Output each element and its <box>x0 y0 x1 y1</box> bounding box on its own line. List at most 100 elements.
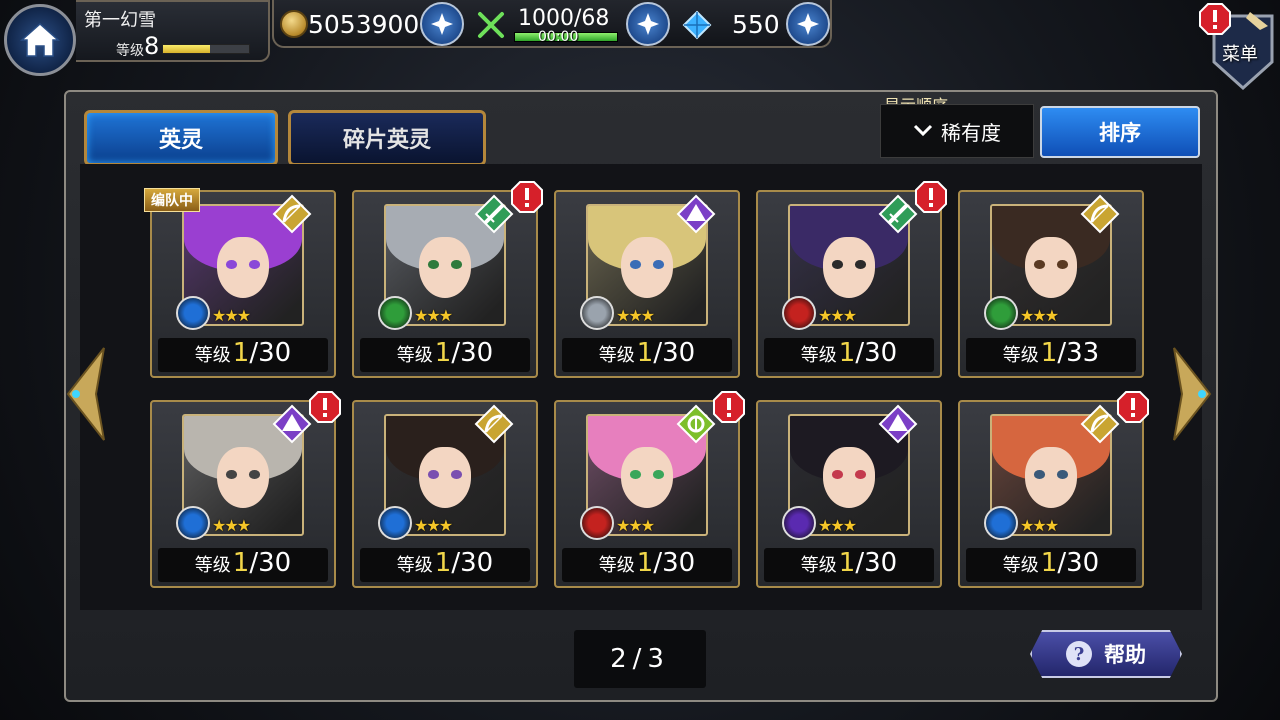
previous-page-arrow[interactable] <box>62 346 108 442</box>
hero-card[interactable]: ★★★ 等级 1 /30 <box>352 181 543 378</box>
hero-level-current: 1 <box>232 338 250 368</box>
hero-level-current: 1 <box>636 338 654 368</box>
hero-card[interactable]: ★★★ 等级 1 /33 <box>958 190 1144 378</box>
chevron-down-icon <box>913 124 933 137</box>
hero-card[interactable]: ★★★ 等级 1 /30 <box>756 181 947 378</box>
tab-hero-fragments[interactable]: 碎片英灵 <box>288 110 486 166</box>
hero-level: 等级 1 /30 <box>764 338 934 372</box>
stamina-timer: 00:00 <box>538 29 579 45</box>
mage-class-icon <box>676 194 716 234</box>
menu-button[interactable]: 菜单 <box>1199 3 1276 90</box>
hero-level-current: 1 <box>232 548 250 578</box>
alert-icon <box>510 180 544 214</box>
hero-level-current: 1 <box>1040 338 1058 368</box>
hero-level-current: 1 <box>838 548 856 578</box>
question-icon: ? <box>1066 641 1092 667</box>
page-current: 2 <box>610 644 633 674</box>
sort-button[interactable]: 排序 <box>1040 106 1200 158</box>
crossed-swords-icon <box>478 12 504 38</box>
help-button[interactable]: ? 帮助 <box>1030 630 1182 678</box>
hero-level-label: 等级 <box>396 345 433 366</box>
hero-level-max: /30 <box>653 338 696 368</box>
rarity-stars-icon: ★★★ <box>212 516 251 535</box>
hero-card[interactable]: ★★★ 等级 1 /30 <box>554 391 745 588</box>
hero-level-label: 等级 <box>1002 345 1039 366</box>
in-team-badge: 编队中 <box>144 188 200 212</box>
fire-element-icon <box>782 296 816 330</box>
alert-icon <box>914 180 948 214</box>
plus-icon <box>431 13 453 35</box>
rarity-stars-icon: ★★★ <box>616 306 655 325</box>
hero-level: 等级 1 /30 <box>562 548 732 582</box>
help-label: 帮助 <box>1104 642 1146 667</box>
hero-level-label: 等级 <box>800 555 837 576</box>
sort-order-select[interactable]: 稀有度 <box>880 104 1034 158</box>
sword-class-icon <box>474 194 514 234</box>
home-button[interactable] <box>4 4 76 76</box>
hero-level-label: 等级 <box>396 555 433 576</box>
hero-card[interactable]: ★★★ 等级 1 /30 编队中 <box>144 188 336 378</box>
sword-class-icon <box>878 194 918 234</box>
hero-level-max: /30 <box>249 338 292 368</box>
add-gems-button[interactable] <box>786 2 830 46</box>
add-coins-button[interactable] <box>420 2 464 46</box>
rarity-stars-icon: ★★★ <box>616 516 655 535</box>
top-bar: 第一幻雪 等级 8 5053900 1000/68 00:00 550 菜单 <box>0 0 1280 90</box>
water-element-icon <box>176 506 210 540</box>
hero-level: 等级 1 /30 <box>360 338 530 372</box>
hero-level-label: 等级 <box>598 345 635 366</box>
hero-card[interactable]: ★★★ 等级 1 /30 <box>150 391 341 588</box>
exp-bar-fill <box>163 45 211 53</box>
rarity-stars-icon: ★★★ <box>818 306 857 325</box>
tab-heroes[interactable]: 英灵 <box>84 110 278 166</box>
hero-level-label: 等级 <box>598 555 635 576</box>
hero-card[interactable]: ★★★ 等级 1 /30 <box>958 391 1149 588</box>
hero-level-current: 1 <box>636 548 654 578</box>
alert-icon <box>1116 390 1150 424</box>
rarity-stars-icon: ★★★ <box>1020 516 1059 535</box>
hero-level: 等级 1 /30 <box>966 548 1136 582</box>
alert-icon <box>308 390 342 424</box>
hero-level-max: /30 <box>855 548 898 578</box>
mage-class-icon <box>878 404 918 444</box>
hero-card[interactable]: ★★★ 等级 1 /30 <box>756 400 942 588</box>
bow-class-icon <box>474 404 514 444</box>
player-info: 第一幻雪 等级 8 <box>76 0 270 62</box>
water-element-icon <box>378 506 412 540</box>
menu-alert-icon <box>1198 2 1232 36</box>
hero-card[interactable]: ★★★ 等级 1 /30 <box>554 190 740 378</box>
page-indicator: 2 / 3 <box>574 630 706 688</box>
dark-element-icon <box>782 506 816 540</box>
plus-icon <box>637 13 659 35</box>
page-total: 3 <box>647 644 670 674</box>
rarity-stars-icon: ★★★ <box>1020 306 1059 325</box>
bow-class-icon <box>1080 404 1120 444</box>
player-level: 8 <box>144 32 160 60</box>
hero-level: 等级 1 /30 <box>158 338 328 372</box>
hero-level-label: 等级 <box>194 555 231 576</box>
hero-card[interactable]: ★★★ 等级 1 /30 <box>352 400 538 588</box>
chevron-right-icon <box>1173 347 1212 441</box>
hero-level-max: /30 <box>451 338 494 368</box>
stamina-value: 1000/68 <box>518 6 610 31</box>
hero-level-max: /30 <box>1057 548 1100 578</box>
hero-level: 等级 1 /30 <box>764 548 934 582</box>
fire-element-icon <box>580 506 614 540</box>
next-page-arrow[interactable] <box>1170 346 1216 442</box>
hero-level-current: 1 <box>434 338 452 368</box>
add-stamina-button[interactable] <box>626 2 670 46</box>
mage-class-icon <box>272 404 312 444</box>
hero-level-current: 1 <box>1040 548 1058 578</box>
alert-icon <box>712 390 746 424</box>
hero-level-max: /30 <box>653 548 696 578</box>
rarity-stars-icon: ★★★ <box>818 516 857 535</box>
home-icon <box>20 22 60 57</box>
hero-level: 等级 1 /33 <box>966 338 1136 372</box>
hero-level: 等级 1 /30 <box>562 338 732 372</box>
hero-level: 等级 1 /30 <box>360 548 530 582</box>
exp-bar <box>162 44 250 54</box>
menu-label: 菜单 <box>1222 44 1258 65</box>
wind-element-icon <box>984 296 1018 330</box>
coins-value: 5053900 <box>308 10 420 39</box>
hero-level-max: /30 <box>249 548 292 578</box>
